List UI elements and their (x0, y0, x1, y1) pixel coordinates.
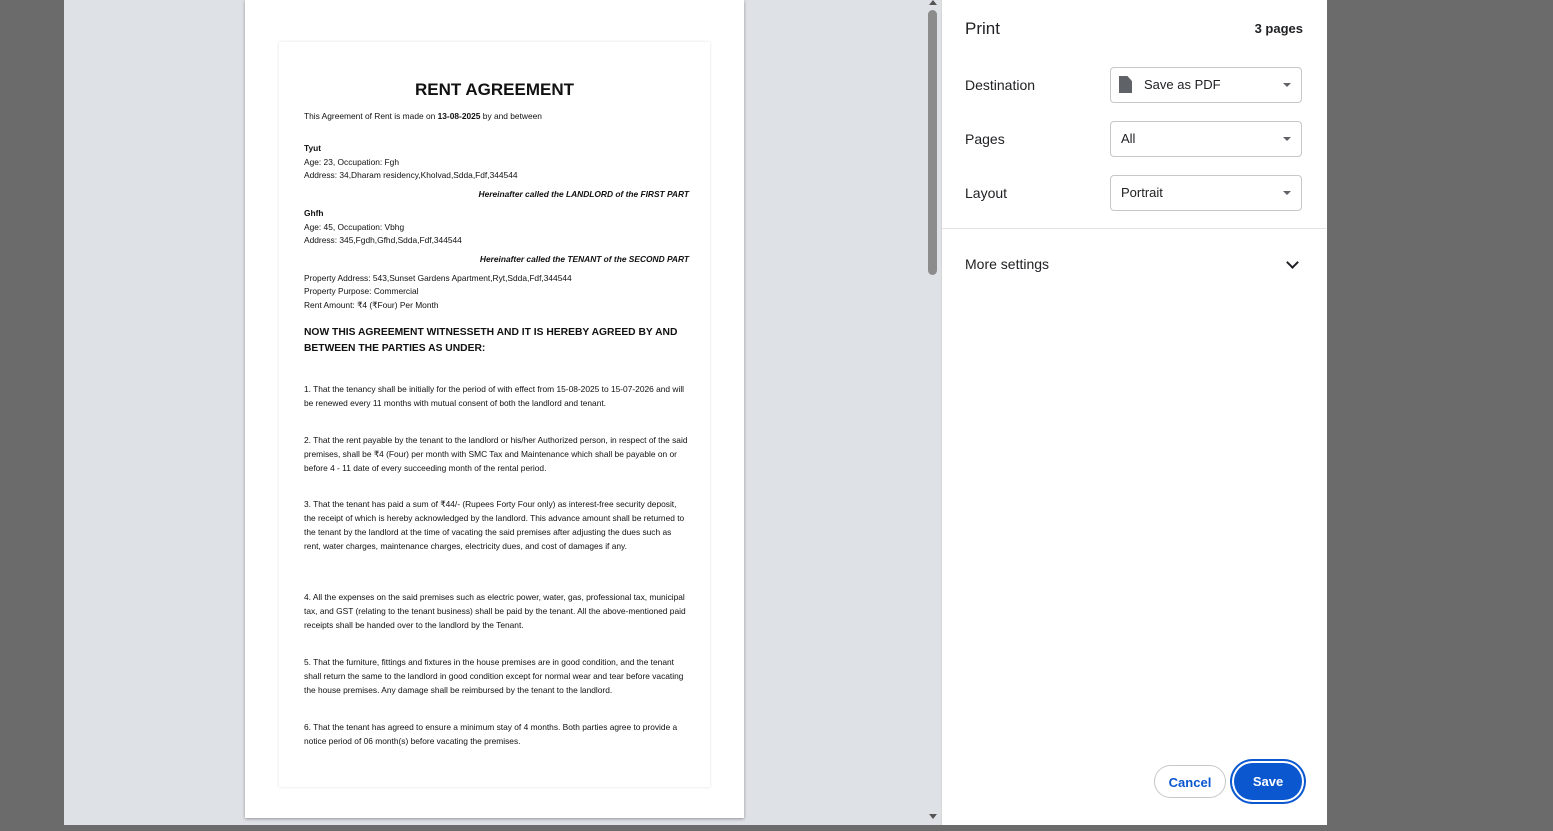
more-settings-toggle[interactable]: More settings (965, 256, 1049, 272)
landlord-name: Tyut (304, 143, 322, 153)
landlord-address: Address: 34,Dharam residency,Kholvad,Sdd… (304, 170, 518, 180)
destination-value: Save as PDF (1144, 77, 1221, 92)
print-preview-area[interactable]: RENT AGREEMENT This Agreement of Rent is… (64, 0, 924, 825)
intro-prefix: This Agreement of Rent is made on (304, 111, 438, 121)
clause-3: 3. That the tenant has paid a sum of ₹44… (304, 499, 685, 551)
clause-5: 5. That the furniture, fittings and fixt… (304, 657, 684, 695)
preview-scrollbar[interactable] (926, 0, 940, 825)
intro-line: This Agreement of Rent is made on 13-08-… (304, 110, 542, 124)
preview-page: RENT AGREEMENT This Agreement of Rent is… (245, 0, 744, 818)
file-icon (1119, 76, 1132, 93)
dropdown-arrow-icon (1283, 137, 1291, 141)
page-count: 3 pages (1254, 21, 1303, 36)
tenant-address: Address: 345,Fgdh,Gfhd,Sdda,Fdf,344544 (304, 235, 462, 245)
destination-select[interactable]: Save as PDF (1110, 67, 1302, 103)
print-title: Print (965, 19, 1000, 38)
layout-label: Layout (965, 185, 1008, 201)
clause-2: 2. That the rent payable by the tenant t… (304, 435, 688, 473)
document-title: RENT AGREEMENT (415, 80, 574, 99)
rent-amount: Rent Amount: ₹4 (₹Four) Per Month (304, 300, 439, 310)
print-settings-panel: Print 3 pages Destination Save as PDF Pa… (941, 0, 1327, 825)
print-dialog: RENT AGREEMENT This Agreement of Rent is… (64, 0, 1327, 825)
landlord-details: Age: 23, Occupation: Fgh (304, 157, 399, 167)
agreement-heading: NOW THIS AGREEMENT WITNESSETH AND IT IS … (304, 327, 678, 354)
property-address: Property Address: 543,Sunset Gardens Apa… (304, 273, 572, 283)
intro-date: 13-08-2025 (437, 111, 481, 121)
pages-select[interactable]: All (1110, 121, 1302, 157)
scroll-thumb[interactable] (928, 10, 937, 275)
tenant-name: Ghfh (304, 208, 324, 218)
property-purpose: Property Purpose: Commercial (304, 286, 419, 296)
pages-label: Pages (965, 131, 1005, 147)
destination-label: Destination (965, 77, 1036, 93)
clause-1: 1. That the tenancy shall be initially f… (304, 384, 685, 408)
document-page: RENT AGREEMENT This Agreement of Rent is… (279, 42, 710, 787)
chevron-down-icon[interactable] (1286, 256, 1299, 269)
settings-divider (942, 228, 1326, 229)
landlord-label: Hereinafter called the LANDLORD of the F… (478, 189, 689, 199)
tenant-label: Hereinafter called the TENANT of the SEC… (479, 254, 689, 264)
tenant-details: Age: 45, Occupation: Vbhg (304, 222, 405, 232)
dropdown-arrow-icon (1283, 83, 1291, 87)
dropdown-arrow-icon (1283, 191, 1291, 195)
cancel-button[interactable]: Cancel (1154, 765, 1226, 798)
clause-6: 6. That the tenant has agreed to ensure … (304, 722, 678, 746)
clause-4: 4. All the expenses on the said premises… (304, 592, 686, 630)
scroll-up-arrow-icon[interactable] (929, 0, 937, 5)
layout-select[interactable]: Portrait (1110, 175, 1302, 211)
save-button[interactable]: Save (1234, 763, 1302, 800)
scroll-down-arrow-icon[interactable] (929, 814, 937, 819)
pages-value: All (1121, 131, 1136, 146)
intro-suffix: by and between (480, 111, 542, 121)
layout-value: Portrait (1121, 185, 1163, 200)
